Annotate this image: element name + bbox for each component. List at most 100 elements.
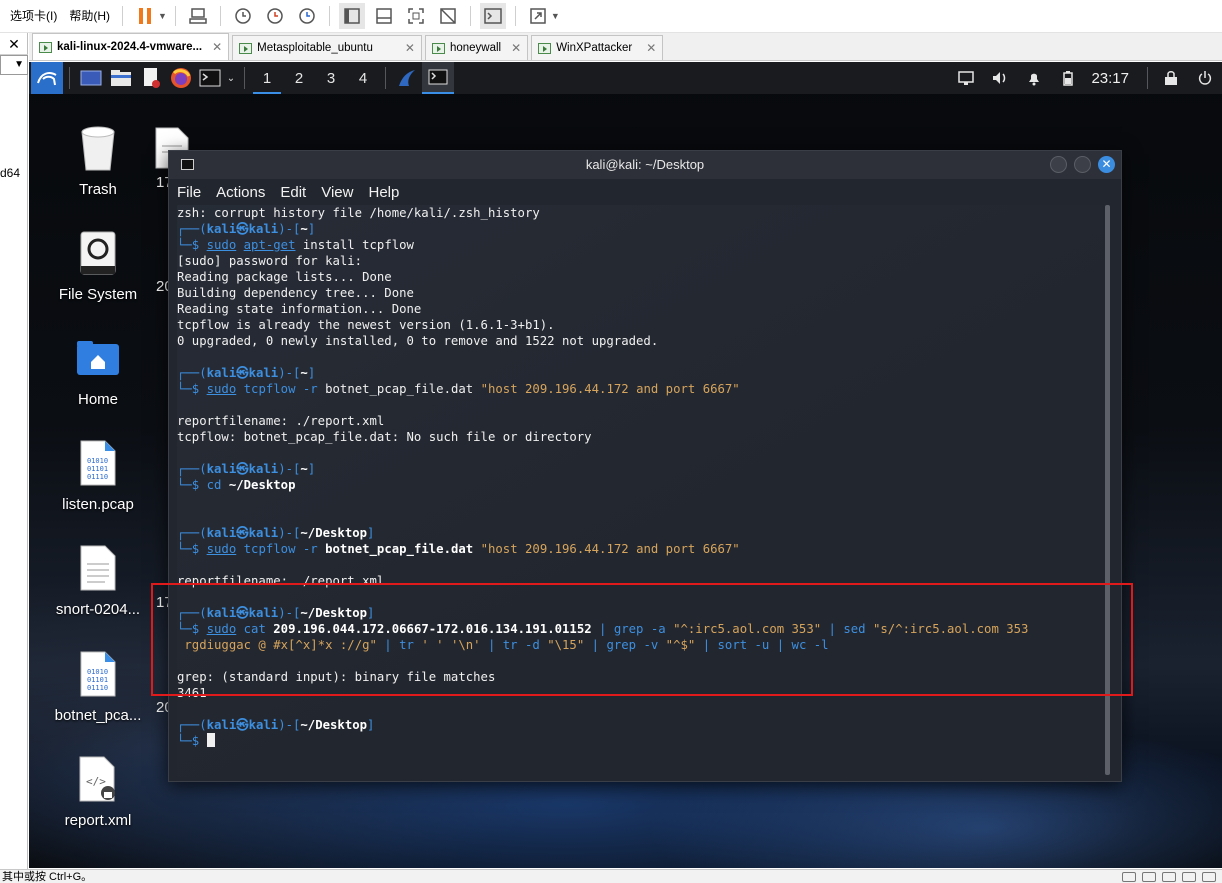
prompt-user: kali: [206, 462, 237, 476]
menu-help[interactable]: Help: [368, 184, 399, 201]
vm-tab-honeywall[interactable]: honeywall ✕: [424, 35, 529, 60]
cmd-name: tcpflow: [243, 542, 296, 556]
console-view-icon[interactable]: [338, 3, 365, 29]
prompt-at: ㉿: [236, 526, 249, 540]
terminal-launcher-icon[interactable]: [196, 62, 224, 94]
panel-clock[interactable]: 23:17: [1091, 70, 1129, 87]
fullscreen-icon[interactable]: [403, 3, 429, 29]
terminal-console-icon[interactable]: [479, 3, 506, 29]
prompt-dir: ~: [300, 366, 308, 380]
desktop-icon-report-xml[interactable]: </> report.xml: [38, 751, 158, 829]
network-status-icon[interactable]: [1142, 872, 1156, 882]
tab-close-icon[interactable]: ✕: [212, 40, 222, 54]
command-line[interactable]: └─$: [177, 733, 1103, 749]
tab-close-icon[interactable]: ✕: [405, 41, 415, 55]
terminal-scrollbar[interactable]: [1105, 205, 1110, 775]
power-icon[interactable]: [1192, 62, 1218, 94]
library-search-dropdown[interactable]: ▼: [0, 55, 28, 75]
vm-tab-strip: kali-linux-2024.4-vmware... ✕ Metasploit…: [29, 33, 1222, 61]
vm-tab-winxpattacker[interactable]: WinXPattacker ✕: [531, 35, 664, 60]
library-item-fragment[interactable]: d64: [0, 166, 20, 180]
menu-tabs[interactable]: 选项卡(I): [4, 0, 63, 33]
terminal-line: tcpflow is already the newest version (1…: [177, 318, 555, 332]
terminal-task-icon[interactable]: [422, 62, 454, 94]
hdd-status-icon[interactable]: [1122, 872, 1136, 882]
vm-tab-metasploitable[interactable]: Metasploitable_ubuntu ✕: [232, 35, 422, 60]
show-desktop-icon[interactable]: [76, 62, 106, 94]
menu-help[interactable]: 帮助(H): [63, 0, 116, 33]
desktop-icon-listen-pcap[interactable]: 01010 01101 01110 listen.pcap: [38, 435, 158, 513]
prompt-user: kali: [206, 526, 237, 540]
cmd-pipe: | sort -u | wc -l: [695, 638, 829, 652]
battery-icon[interactable]: [1055, 62, 1081, 94]
kali-top-panel: ⌄ 1 2 3 4 23:17: [29, 62, 1222, 94]
text-editor-icon[interactable]: [136, 62, 166, 94]
cmd-name: cat: [243, 622, 266, 636]
binary-file-icon: 01010 01101 01110: [38, 435, 158, 491]
vm-tab-label: honeywall: [449, 42, 502, 54]
send-ctrl-alt-del-icon[interactable]: [185, 3, 211, 29]
guest-display[interactable]: ⌄ 1 2 3 4 23:17 Trash File System Home 0…: [29, 62, 1222, 868]
file-manager-icon[interactable]: [106, 62, 136, 94]
system-tray: 23:17: [949, 62, 1222, 94]
tab-close-icon[interactable]: ✕: [511, 41, 521, 55]
minimize-button[interactable]: [1050, 156, 1067, 173]
binary-file-icon: 01010 01101 01110: [38, 646, 158, 702]
pause-dropdown-arrow[interactable]: ▼: [158, 11, 167, 21]
prompt-dir: ~/Desktop: [300, 606, 368, 620]
desktop-icon-label: Trash: [79, 181, 117, 198]
desktop-icon-snort[interactable]: snort-0204...: [38, 540, 158, 618]
maximize-button[interactable]: [1074, 156, 1091, 173]
desktop-icon-home[interactable]: Home: [38, 330, 158, 408]
terminal-line: grep: (standard input): binary file matc…: [177, 670, 496, 684]
terminal-window[interactable]: kali@kali: ~/Desktop ✕ File Actions Edit…: [168, 150, 1122, 782]
prompt-line: ┌──(kali㉿kali)-[~]: [177, 366, 316, 380]
desktop-icon-trash[interactable]: Trash: [38, 120, 158, 198]
menu-view[interactable]: View: [321, 184, 353, 201]
lock-screen-icon[interactable]: [1158, 62, 1184, 94]
launcher-dropdown-icon[interactable]: ⌄: [224, 62, 238, 94]
desktop-icon-label: botnet_pca...: [54, 707, 142, 724]
unity-mode-icon[interactable]: [435, 3, 461, 29]
thumbnail-view-icon[interactable]: [371, 3, 397, 29]
vmware-menubar: 选项卡(I) 帮助(H) ▼ ▼: [0, 0, 1222, 33]
stretch-guest-icon[interactable]: [525, 3, 551, 29]
terminal-output[interactable]: zsh: corrupt history file /home/kali/.zs…: [177, 205, 1103, 777]
snapshot-manager-icon[interactable]: [294, 3, 320, 29]
menu-file[interactable]: File: [177, 184, 201, 201]
kali-menu-icon[interactable]: [31, 62, 63, 94]
notifications-bell-icon[interactable]: [1021, 62, 1047, 94]
workspace-4-button[interactable]: 4: [347, 62, 379, 94]
volume-icon[interactable]: [987, 62, 1013, 94]
pause-vm-icon[interactable]: [132, 3, 158, 29]
desktop-icon-botnet-pcap[interactable]: 01010 01101 01110 botnet_pca...: [38, 646, 158, 724]
cmd-string: rgdiuggac @ #x[^x]*x :/: [177, 638, 355, 652]
library-close-icon[interactable]: ✕: [0, 33, 28, 55]
menu-actions[interactable]: Actions: [216, 184, 265, 201]
terminal-line: Reading package lists... Done: [177, 270, 392, 284]
workspace-2-button[interactable]: 2: [283, 62, 315, 94]
workspace-1-button[interactable]: 1: [251, 62, 283, 94]
stretch-dropdown-arrow[interactable]: ▼: [551, 11, 560, 21]
network-icon[interactable]: [953, 62, 979, 94]
terminal-line: Reading state information... Done: [177, 302, 422, 316]
usb-status-icon[interactable]: [1162, 872, 1176, 882]
cmd-pipe: | grep -v: [584, 638, 666, 652]
prompt-at: ㉿: [236, 462, 249, 476]
tab-close-icon[interactable]: ✕: [646, 41, 656, 55]
snapshot-icon[interactable]: [230, 3, 256, 29]
vm-tab-kali[interactable]: kali-linux-2024.4-vmware... ✕: [32, 33, 230, 60]
close-window-button[interactable]: ✕: [1098, 156, 1115, 173]
display-status-icon[interactable]: [1202, 872, 1216, 882]
menu-edit[interactable]: Edit: [280, 184, 306, 201]
workspace-3-button[interactable]: 3: [315, 62, 347, 94]
revert-snapshot-icon[interactable]: [262, 3, 288, 29]
desktop-icon-label: listen.pcap: [62, 496, 134, 513]
firefox-icon[interactable]: [166, 62, 196, 94]
wireshark-task-icon[interactable]: [392, 62, 422, 94]
cmd-flag: -r: [295, 542, 326, 556]
sound-status-icon[interactable]: [1182, 872, 1196, 882]
desktop-icon-filesystem[interactable]: File System: [38, 225, 158, 303]
terminal-titlebar[interactable]: kali@kali: ~/Desktop ✕: [169, 151, 1121, 179]
